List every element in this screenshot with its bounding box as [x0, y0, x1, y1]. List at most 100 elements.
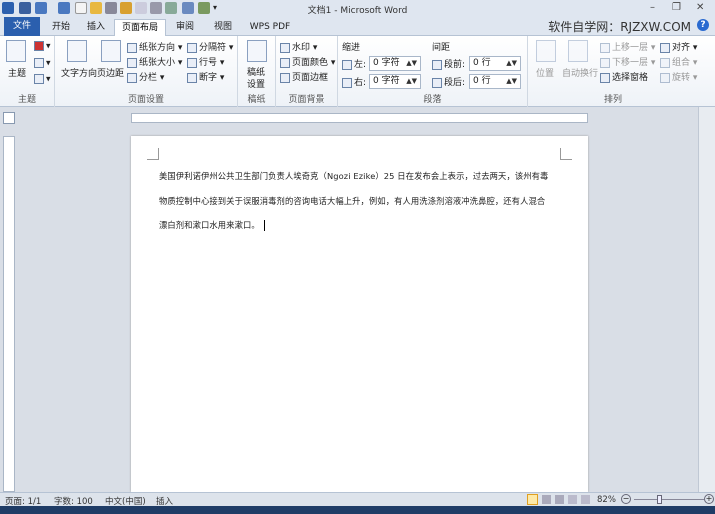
indent-label: 缩进: [342, 43, 361, 53]
zoom-slider-thumb[interactable]: [657, 495, 662, 504]
brand-watermark: 软件自学网：RJZXW.COM: [548, 20, 691, 34]
zoom-slider[interactable]: [634, 499, 704, 500]
group-theme: 主题 ▾ ▾ ▾ 主题: [0, 36, 55, 107]
tab-file[interactable]: 文件: [4, 17, 40, 36]
page-color-button[interactable]: 页面颜色 ▾: [280, 55, 335, 68]
group-button[interactable]: 组合 ▾: [660, 55, 697, 68]
bring-forward-icon: [600, 42, 610, 53]
selection-pane-button[interactable]: 选择窗格: [600, 70, 648, 83]
horizontal-ruler[interactable]: [131, 113, 588, 123]
breaks-icon: [187, 42, 197, 53]
hyphenation-icon: [187, 72, 197, 83]
indent-left-label: 左:: [342, 57, 366, 70]
crop-mark: [147, 148, 159, 160]
wrap-text-button[interactable]: 自动换行: [562, 66, 598, 79]
tab-wps-pdf[interactable]: WPS PDF: [244, 19, 296, 36]
hyphenation-button[interactable]: 断字 ▾: [187, 70, 224, 83]
print-layout-view-icon[interactable]: [527, 494, 538, 505]
spacing-before-input[interactable]: 0 行 ▲▼: [469, 56, 521, 71]
watermark-button[interactable]: 水印 ▾: [280, 40, 317, 53]
line-numbers-icon: [187, 57, 197, 68]
web-view-icon[interactable]: [555, 495, 564, 504]
send-backward-button[interactable]: 下移一层 ▾: [600, 55, 655, 68]
status-bar: 页面: 1/1 字数: 100 中文(中国) 插入 82% − +: [0, 492, 715, 507]
group-icon: [660, 57, 670, 68]
position-icon[interactable]: [536, 40, 556, 62]
taskbar: [0, 506, 715, 514]
indent-left-icon: [342, 59, 352, 70]
tab-review[interactable]: 审阅: [168, 19, 202, 36]
zoom-level[interactable]: 82%: [597, 495, 616, 505]
group-paragraph: 缩进 左: 0 字符 ▲▼ 右: 0 字符 ▲▼ 间距 段前: 0 行 ▲▼ 段后: …: [338, 36, 528, 107]
spacing-before-label: 段前:: [432, 57, 465, 70]
align-icon: [660, 42, 670, 53]
margins-icon[interactable]: [101, 40, 121, 62]
text-direction-icon[interactable]: [67, 40, 87, 62]
document-page[interactable]: 美国伊利诺伊州公共卫生部门负责人埃奇克（Ngozi Ezike）25 日在发布会…: [131, 136, 588, 492]
indent-right-input[interactable]: 0 字符 ▲▼: [369, 74, 421, 89]
theme-fonts-icon[interactable]: ▾: [34, 58, 51, 69]
manuscript-icon[interactable]: [247, 40, 267, 62]
margins-button[interactable]: 页边距: [97, 66, 124, 79]
columns-icon: [127, 72, 137, 83]
align-button[interactable]: 对齐 ▾: [660, 40, 697, 53]
selection-pane-icon: [600, 72, 610, 83]
group-arrange: 位置 自动换行 上移一层 ▾ 下移一层 ▾ 选择窗格 对齐 ▾ 组合 ▾ 旋转 …: [528, 36, 698, 107]
theme-effects-icon[interactable]: ▾: [34, 74, 51, 85]
spacing-after-icon: [432, 77, 442, 88]
group-label: 稿纸: [247, 95, 266, 105]
line-numbers-button[interactable]: 行号 ▾: [187, 55, 224, 68]
title-bar: ▾ 文档1 - Microsoft Word – ❐ ✕: [0, 0, 715, 17]
spacing-after-input[interactable]: 0 行 ▲▼: [469, 74, 521, 89]
rotate-icon: [660, 72, 670, 83]
tab-home[interactable]: 开始: [44, 19, 78, 36]
vertical-scrollbar[interactable]: [698, 107, 715, 492]
indent-left-input[interactable]: 0 字符 ▲▼: [369, 56, 421, 71]
tab-view[interactable]: 视图: [206, 19, 240, 36]
position-button[interactable]: 位置: [536, 66, 554, 79]
theme-icon[interactable]: [6, 40, 26, 62]
watermark-icon: [280, 42, 290, 53]
ruler-toggle-button[interactable]: [3, 112, 15, 124]
tab-page-layout[interactable]: 页面布局: [114, 19, 166, 36]
columns-button[interactable]: 分栏 ▾: [127, 70, 164, 83]
text-line[interactable]: 美国伊利诺伊州公共卫生部门负责人埃奇克（Ngozi Ezike）25 日在发布会…: [159, 170, 548, 182]
spacing-after-label: 段后:: [432, 75, 465, 88]
rotate-button[interactable]: 旋转 ▾: [660, 70, 697, 83]
crop-mark: [560, 148, 572, 160]
zoom-in-icon[interactable]: +: [704, 494, 714, 504]
text-line[interactable]: 漂白剂和漱口水用来漱口。: [159, 219, 265, 231]
group-label: 页面设置: [127, 95, 164, 105]
full-screen-view-icon[interactable]: [542, 495, 551, 504]
tab-insert[interactable]: 插入: [80, 19, 112, 36]
orientation-button[interactable]: 纸张方向 ▾: [127, 40, 182, 53]
draft-view-icon[interactable]: [581, 495, 590, 504]
restore-button[interactable]: ❐: [672, 2, 681, 13]
group-label: 排列: [603, 95, 622, 105]
group-page-background: 水印 ▾ 页面颜色 ▾ 页面边框 页面背景: [276, 36, 338, 107]
breaks-button[interactable]: 分隔符 ▾: [187, 40, 233, 53]
indent-right-label: 右:: [342, 75, 366, 88]
wrap-text-icon[interactable]: [568, 40, 588, 62]
zoom-out-icon[interactable]: −: [621, 494, 631, 504]
group-label: 页面背景: [288, 95, 325, 105]
window-title: 文档1 - Microsoft Word: [307, 6, 408, 16]
themes-button[interactable]: 主题: [8, 66, 26, 79]
manuscript-settings-label[interactable]: 设置: [247, 77, 265, 90]
size-button[interactable]: 纸张大小 ▾: [127, 55, 182, 68]
text-direction-button[interactable]: 文字方向: [61, 66, 97, 79]
minimize-button[interactable]: –: [650, 2, 655, 13]
close-button[interactable]: ✕: [696, 2, 704, 13]
page-borders-button[interactable]: 页面边框: [280, 70, 328, 83]
group-manuscript: 稿纸 设置 稿纸: [238, 36, 276, 107]
theme-colors-icon[interactable]: ▾: [34, 41, 51, 52]
help-icon[interactable]: ?: [697, 19, 709, 31]
vertical-ruler[interactable]: [3, 136, 15, 492]
bring-forward-button[interactable]: 上移一层 ▾: [600, 40, 655, 53]
text-line[interactable]: 物质控制中心接到关于误服消毒剂的咨询电话大幅上升，例如，有人用洗涤剂溶液冲洗鼻腔…: [159, 195, 545, 207]
outline-view-icon[interactable]: [568, 495, 577, 504]
orientation-icon: [127, 42, 137, 53]
ribbon-tabs: 文件 开始 插入 页面布局 审阅 视图 WPS PDF 软件自学网：RJZXW.…: [0, 17, 715, 36]
group-label: 主题: [17, 95, 36, 105]
spacing-label: 间距: [432, 43, 451, 53]
